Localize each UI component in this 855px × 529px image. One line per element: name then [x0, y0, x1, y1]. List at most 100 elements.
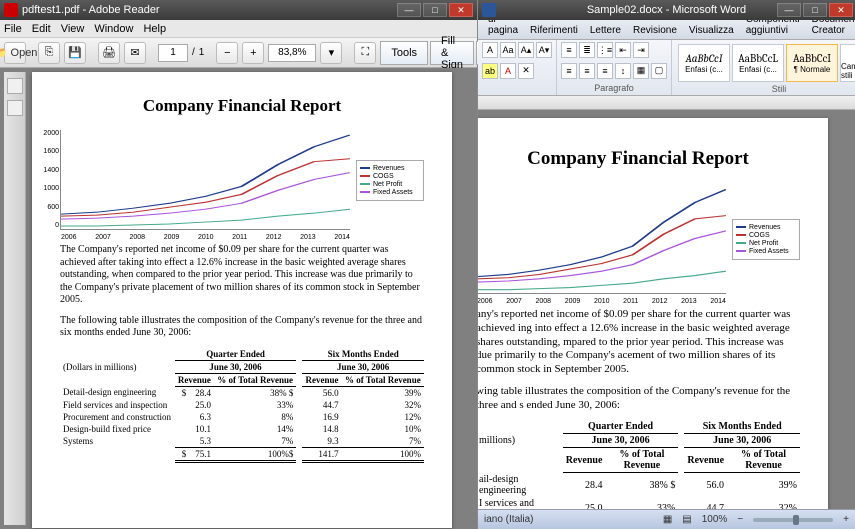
- x-axis-ticks: 200620072008200920102011201220132014: [478, 298, 726, 305]
- menu-file[interactable]: File: [4, 23, 22, 35]
- word-page[interactable]: Company Financial Report 200620072008200…: [478, 118, 828, 509]
- style-normale[interactable]: AaBbCcI¶ Normale: [786, 44, 838, 82]
- para2: wing table illustrates the composition o…: [478, 385, 800, 413]
- highlight-icon[interactable]: ab: [482, 63, 498, 79]
- chart-left: 20001600140010006000 2006200720082009201…: [60, 130, 424, 230]
- tab-view[interactable]: Visualizza: [683, 22, 740, 39]
- tab-addins[interactable]: Componenti aggiuntivi: [740, 20, 806, 39]
- shading-icon[interactable]: ▦: [633, 63, 649, 79]
- para1: The Company's reported net income of $0.…: [60, 244, 424, 307]
- chart-plot: 20001600140010006000 2006200720082009201…: [60, 130, 350, 230]
- revenue-table: Quarter EndedSix Months Ended (Dollars i…: [60, 348, 424, 463]
- adobe-toolbar: Open ⎘ 💾 🖨 ✉ / 1 − + ▾ ⛶ Tools Fill & Si…: [0, 38, 477, 68]
- grow-font-icon[interactable]: A▴: [518, 42, 534, 58]
- zoom-input[interactable]: [268, 44, 316, 62]
- ribbon-tabs: di pagina Riferimenti Lettere Revisione …: [478, 20, 855, 40]
- change-styles-button[interactable]: ACambia stili: [840, 44, 855, 82]
- tools-button[interactable]: Tools: [380, 41, 428, 65]
- fill-sign-button[interactable]: Fill & Sign: [430, 41, 474, 65]
- shrink-font-icon[interactable]: A▾: [536, 42, 552, 58]
- doc-title: Company Financial Report: [60, 96, 424, 116]
- fit-page-icon[interactable]: ⛶: [354, 42, 376, 64]
- style-enfasi2[interactable]: AaBbCcLEnfasi (c...: [732, 44, 784, 82]
- page-total: 1: [199, 47, 205, 58]
- bullets-icon[interactable]: ≡: [561, 42, 577, 58]
- zoom-slider[interactable]: [753, 518, 833, 522]
- ribbon: A Aa A▴ A▾ ab A ✕ ≡ ≣ ⋮≡ ⇤ ⇥ ≡ ≡: [478, 40, 855, 96]
- menu-view[interactable]: View: [61, 23, 85, 35]
- thumbnails-icon[interactable]: [7, 78, 23, 94]
- indent-right-icon[interactable]: ⇥: [633, 42, 649, 58]
- tab-edc[interactable]: Easy Document Creator: [806, 20, 855, 39]
- align-center-icon[interactable]: ≡: [579, 63, 595, 79]
- style-enfasi1[interactable]: AaBbCcIEnfasi (c...: [678, 44, 730, 82]
- word-app-icon: [482, 3, 496, 17]
- zoom-dropdown-icon[interactable]: ▾: [320, 42, 342, 64]
- line-spacing-icon[interactable]: ↕: [615, 63, 631, 79]
- chart-right: 200620072008200920102011201220132014 Rev…: [478, 184, 800, 294]
- font-color-icon[interactable]: A: [500, 63, 516, 79]
- email-icon[interactable]: ✉: [124, 42, 146, 64]
- open-button[interactable]: Open: [4, 42, 26, 64]
- word-window: Sample02.docx - Microsoft Word — □ ✕ di …: [478, 0, 855, 529]
- zoom-in-icon[interactable]: +: [242, 42, 264, 64]
- status-zoom[interactable]: 100%: [702, 514, 728, 525]
- indent-left-icon[interactable]: ⇤: [615, 42, 631, 58]
- save-icon[interactable]: 💾: [64, 42, 86, 64]
- chart-legend: Revenues COGS Net Profit Fixed Assets: [356, 160, 424, 201]
- word-close-button[interactable]: ✕: [829, 3, 853, 17]
- page-sep: /: [192, 47, 195, 58]
- menu-help[interactable]: Help: [143, 23, 166, 35]
- status-lang[interactable]: iano (Italia): [484, 514, 533, 525]
- adobe-app-icon: [4, 3, 18, 17]
- align-right-icon[interactable]: ≡: [597, 63, 613, 79]
- adobe-max-button[interactable]: □: [423, 3, 447, 17]
- tab-refs[interactable]: Riferimenti: [524, 22, 584, 39]
- menu-edit[interactable]: Edit: [32, 23, 51, 35]
- adobe-close-button[interactable]: ✕: [449, 3, 473, 17]
- zoom-minus-icon[interactable]: −: [737, 514, 743, 525]
- para2: The following table illustrates the comp…: [60, 315, 424, 340]
- multilevel-icon[interactable]: ⋮≡: [597, 42, 613, 58]
- pdf-page: Company Financial Report 200016001400100…: [32, 72, 452, 528]
- revenue-table: Quarter EndedSix Months Ended millions)J…: [478, 420, 800, 509]
- view-print-icon[interactable]: ▦: [663, 514, 672, 525]
- zoom-out-icon[interactable]: −: [216, 42, 238, 64]
- bookmarks-icon[interactable]: [7, 100, 23, 116]
- chart-lines: [61, 130, 350, 229]
- paragraph-group: ≡ ≣ ⋮≡ ⇤ ⇥ ≡ ≡ ≡ ↕ ▦ ▢ Paragrafo: [557, 40, 672, 95]
- tab-lettere[interactable]: Lettere: [584, 22, 627, 39]
- word-max-button[interactable]: □: [803, 3, 827, 17]
- word-min-button[interactable]: —: [777, 3, 801, 17]
- page-number-input[interactable]: [158, 44, 188, 62]
- clear-format-icon[interactable]: ✕: [518, 63, 534, 79]
- italic-icon[interactable]: Aa: [500, 42, 516, 58]
- word-doc-area: Company Financial Report 200620072008200…: [478, 110, 855, 509]
- y-axis-ticks: 20001600140010006000: [39, 130, 59, 229]
- align-left-icon[interactable]: ≡: [561, 63, 577, 79]
- export-pdf-icon[interactable]: ⎘: [38, 42, 60, 64]
- borders-icon[interactable]: ▢: [651, 63, 667, 79]
- word-titlebar[interactable]: Sample02.docx - Microsoft Word — □ ✕: [478, 0, 855, 20]
- tab-layout[interactable]: di pagina: [482, 20, 524, 39]
- zoom-plus-icon[interactable]: +: [843, 514, 849, 525]
- para1: any's reported net income of $0.09 per s…: [478, 308, 800, 377]
- doc-title: Company Financial Report: [478, 148, 800, 170]
- word-ruler[interactable]: [478, 96, 855, 110]
- adobe-reader-window: pdftest1.pdf - Adobe Reader — □ ✕ File E…: [0, 0, 478, 529]
- adobe-doc-area: Company Financial Report 200016001400100…: [0, 68, 477, 529]
- adobe-titlebar[interactable]: pdftest1.pdf - Adobe Reader — □ ✕: [0, 0, 477, 20]
- chart-plot: 200620072008200920102011201220132014: [478, 184, 726, 294]
- chart-lines: [478, 184, 726, 293]
- adobe-min-button[interactable]: —: [397, 3, 421, 17]
- bold-icon[interactable]: A: [482, 42, 498, 58]
- menu-window[interactable]: Window: [94, 23, 133, 35]
- view-read-icon[interactable]: ▤: [682, 514, 691, 525]
- font-group: A Aa A▴ A▾ ab A ✕: [478, 40, 557, 95]
- word-title: Sample02.docx - Microsoft Word: [587, 4, 746, 16]
- print-icon[interactable]: 🖨: [98, 42, 120, 64]
- x-axis-ticks: 200620072008200920102011201220132014: [61, 234, 350, 241]
- numbering-icon[interactable]: ≣: [579, 42, 595, 58]
- word-statusbar: iano (Italia) ▦ ▤ 100% − +: [478, 509, 855, 529]
- tab-rev[interactable]: Revisione: [627, 22, 683, 39]
